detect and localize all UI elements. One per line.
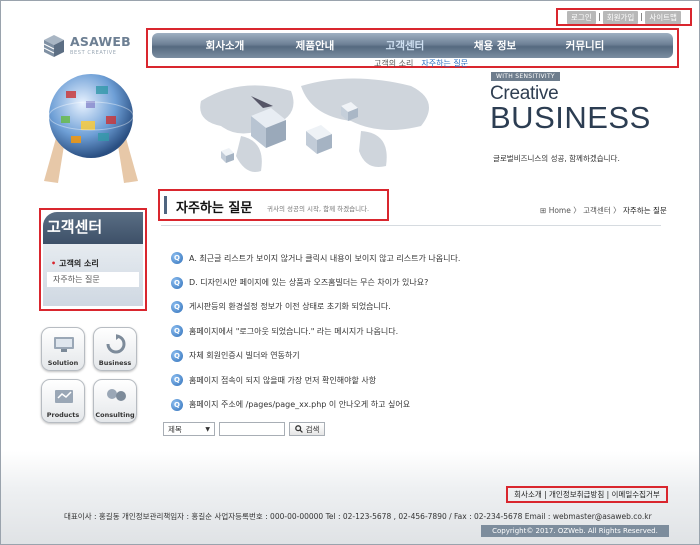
quick-link-label: Consulting [95,411,135,419]
faq-item[interactable]: Q 자체 회원인증시 빌더와 연동하기 [171,344,661,368]
question-icon: Q [171,398,183,411]
sitemap-link[interactable]: 사이트맵 [645,10,681,24]
faq-item[interactable]: Q D. 디자인시안 페이지에 있는 상품과 오즈홈빌더는 무슨 차이가 있나요? [171,270,661,294]
faq-item[interactable]: Q 홈페이지에서 "로그아웃 되었습니다." 라는 메시지가 나옵니다. [171,319,661,343]
nav-item-customer-center[interactable]: 고객센터 [360,38,450,53]
refresh-icon [106,334,126,354]
nav-item-careers[interactable]: 채용 정보 [450,38,540,53]
footer-links[interactable]: 회사소개 | 개인정보취급방침 | 이메일수집거부 [506,486,668,503]
sidebar-title: 고객센터 [47,218,103,236]
faq-question[interactable]: D. 디자인시안 페이지에 있는 상품과 오즈홈빌더는 무슨 차이가 있나요? [189,277,428,288]
products-icon [55,390,73,403]
solution-icon [54,337,74,352]
question-icon: Q [171,300,183,313]
search-button-label: 검색 [305,424,320,434]
search-field-value: 제목 [168,424,182,434]
main-navigation: 회사소개 제품안내 고객센터 채용 정보 커뮤니티 고객의 소리 자주하는 질문 [146,28,679,68]
login-link[interactable]: 로그인 [567,10,596,24]
question-icon: Q [171,252,183,265]
logo-tagline: BEST CREATIVE [70,49,117,56]
faq-question[interactable]: 홈페이지 주소에 /pages/page_xx.php 이 안나오게 하고 싶어… [189,399,410,410]
faq-question[interactable]: 홈페이지 접속이 되지 않을때 가장 먼저 확인해야할 사항 [189,375,376,386]
breadcrumb-section[interactable]: 고객센터 [583,206,611,215]
search-field-select[interactable]: 제목 ▼ [163,422,215,436]
sidebar-menu: 고객센터 고객의 소리 자주하는 질문 [39,208,147,311]
subnav-item-faq[interactable]: 자주하는 질문 [421,58,468,69]
home-icon: ⊞ [540,206,547,215]
search-button[interactable]: 검색 [289,422,325,436]
breadcrumb-current: 자주하는 질문 [623,206,667,215]
quick-link-label: Solution [47,359,79,367]
divider [641,13,643,21]
faq-question[interactable]: 자체 회원인증시 빌더와 연동하기 [189,350,300,361]
logo-name: ASAWEB [70,34,131,50]
signup-link[interactable]: 회원가입 [602,10,639,24]
banner-slogan: 글로벌비즈니스의 성공, 함께하겠습니다. [493,154,620,163]
breadcrumb-separator: 〉 [610,206,621,215]
page-frame: 로그인 회원가입 사이트맵 ASAWEB BEST CREATIVE 회사소개 … [0,0,700,545]
top-utility-links: 로그인 회원가입 사이트맵 [556,8,692,26]
flying-cubes-graphic [221,96,358,163]
logo-cube-icon [43,35,64,57]
sidebar-item-faq[interactable]: 자주하는 질문 [47,272,139,287]
quick-link-label: Products [46,411,80,419]
search-bar: 제목 ▼ 검색 [163,422,325,436]
quick-link-consulting[interactable]: Consulting [93,379,137,423]
quick-link-label: Business [98,359,132,367]
faq-item[interactable]: Q 홈페이지 접속이 되지 않을때 가장 먼저 확인해야할 사항 [171,368,661,392]
banner-business: BUSINESS [490,100,651,135]
nav-bar: 회사소개 제품안내 고객센터 채용 정보 커뮤니티 [152,33,673,58]
quick-link-business[interactable]: Business [93,327,137,371]
breadcrumb-separator: 〉 [570,206,581,215]
sub-navigation: 고객의 소리 자주하는 질문 [374,58,468,69]
consulting-icon [107,389,126,401]
divider [598,13,600,21]
dropdown-arrow-icon: ▼ [205,425,210,433]
faq-question[interactable]: A. 최근글 리스트가 보이지 않거나 클릭시 내용이 보이지 않고 리스트가 … [189,253,460,264]
subnav-item-voice[interactable]: 고객의 소리 [374,58,413,69]
faq-question[interactable]: 게시판등의 환경설정 정보가 이전 상태로 초기화 되었습니다. [189,301,391,312]
question-icon: Q [171,276,183,289]
page-title-box: 자주하는 질문 귀사의 성공의 시작, 함께 하겠습니다. [158,189,389,221]
question-icon: Q [171,325,183,338]
search-input[interactable] [219,422,285,436]
title-accent-bar [164,196,167,214]
nav-item-products[interactable]: 제품안내 [270,38,360,53]
nav-item-community[interactable]: 커뮤니티 [540,38,630,53]
globe-hands-image [44,74,138,183]
footer-company-info: 대표이사 : 홍길동 개인정보관리책임자 : 홍길순 사업자등록번호 : 000… [64,512,652,521]
faq-list: Q A. 최근글 리스트가 보이지 않거나 클릭시 내용이 보이지 않고 리스트가… [171,246,661,417]
faq-question[interactable]: 홈페이지에서 "로그아웃 되었습니다." 라는 메시지가 나옵니다. [189,326,398,337]
breadcrumb: ⊞ Home 〉 고객센터 〉 자주하는 질문 [540,205,667,216]
header-divider [161,225,661,226]
question-icon: Q [171,374,183,387]
page-subtitle: 귀사의 성공의 시작, 함께 하겠습니다. [267,205,370,213]
nav-item-company[interactable]: 회사소개 [180,38,270,53]
sidebar-item-voice[interactable]: 고객의 소리 [51,258,99,269]
page-title: 자주하는 질문 [176,201,253,216]
logo[interactable]: ASAWEB BEST CREATIVE [43,31,133,61]
quick-link-products[interactable]: Products [41,379,85,423]
banner-tag: WITH SENSITIVITY [491,72,560,81]
search-icon [294,425,303,433]
quick-link-solution[interactable]: Solution [41,327,85,371]
breadcrumb-home[interactable]: Home [549,206,571,215]
question-icon: Q [171,349,183,362]
copyright-notice: Copyright© 2017. OZWeb. All Rights Reser… [481,525,669,537]
faq-item[interactable]: Q 게시판등의 환경설정 정보가 이전 상태로 초기화 되었습니다. [171,295,661,319]
faq-item[interactable]: Q A. 최근글 리스트가 보이지 않거나 클릭시 내용이 보이지 않고 리스트가… [171,246,661,270]
faq-item[interactable]: Q 홈페이지 주소에 /pages/page_xx.php 이 안나오게 하고 싶… [171,392,661,416]
